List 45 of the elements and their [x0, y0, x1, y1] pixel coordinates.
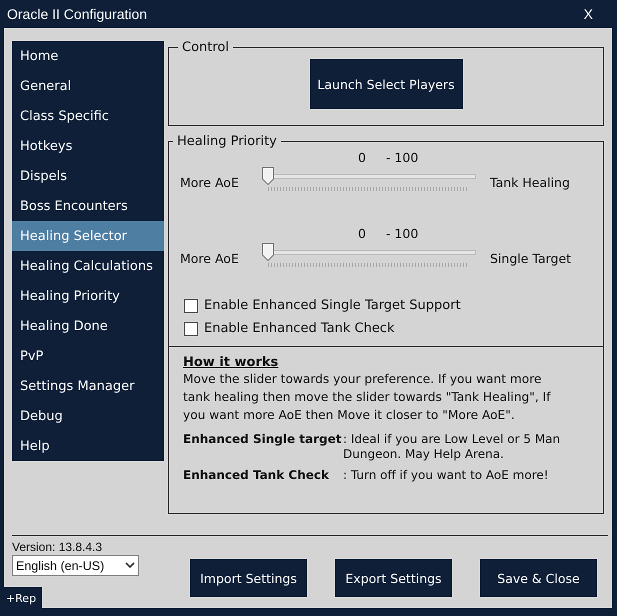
slider-label: More AoE: [180, 174, 240, 190]
sidebar-item[interactable]: General: [12, 71, 164, 101]
sidebar-item[interactable]: Healing Done: [12, 311, 164, 341]
checkbox[interactable]: [184, 322, 198, 336]
sidebar-item[interactable]: Healing Priority: [12, 281, 164, 311]
definition-text: : Turn off if you want to AoE more!: [343, 468, 550, 483]
help-heading: How it works: [183, 355, 280, 370]
close-button[interactable]: X: [568, 6, 609, 22]
sidebar-item[interactable]: Boss Encounters: [12, 191, 164, 221]
sidebar-item[interactable]: Class Specific: [12, 101, 164, 131]
slider-range: - 100: [386, 150, 418, 165]
definition-text: : Ideal if you are Low Level or 5 Man Dungeon. May Help Arena.: [343, 432, 562, 462]
slider-value: 0: [358, 150, 366, 165]
sidebar-item[interactable]: PvP: [12, 341, 164, 371]
slider-thumb[interactable]: [262, 243, 274, 261]
footer-button[interactable]: Save & Close: [480, 559, 597, 597]
slider-label: Single Target: [490, 250, 572, 266]
sidebar-item[interactable]: Debug: [12, 401, 164, 431]
launch-button[interactable]: Launch Select Players: [310, 59, 462, 109]
definition-term: Enhanced Single target: [183, 432, 341, 448]
slider-thumb[interactable]: [262, 167, 274, 185]
window-title: Oracle II Configuration: [7, 6, 148, 22]
checkbox[interactable]: [184, 298, 198, 312]
checkbox-label: Enable Enhanced Tank Check: [204, 321, 394, 336]
checkbox-label: Enable Enhanced Single Target Support: [204, 298, 461, 313]
sidebar-item[interactable]: Help: [12, 431, 164, 461]
slider-value: 0: [358, 226, 366, 241]
definition-term: Enhanced Tank Check: [183, 468, 330, 483]
group-title: Control: [181, 40, 230, 55]
sidebar-item[interactable]: Settings Manager: [12, 371, 164, 401]
slider-label: Tank Healing: [490, 174, 570, 190]
version-label: Version: 13.8.4.3: [12, 540, 104, 554]
slider-label: More AoE: [180, 250, 240, 266]
help-text: Move the slider towards your preference. If you want more tank healing then move the slider towards "Tank Healing", If you want more AoE then Move it closer to "More AoE".: [183, 371, 552, 424]
sidebar-item[interactable]: Hotkeys: [12, 131, 164, 161]
footer-button[interactable]: Export Settings: [335, 559, 452, 597]
slider-range: - 100: [386, 226, 418, 241]
sidebar-item[interactable]: Home: [12, 41, 164, 71]
footer-button[interactable]: Import Settings: [190, 559, 307, 597]
group-title: Healing Priority: [176, 134, 278, 149]
sidebar-item[interactable]: Healing Selector: [12, 221, 164, 251]
sidebar-item[interactable]: Healing Calculations: [12, 251, 164, 281]
sidebar-item[interactable]: Dispels: [12, 161, 164, 191]
chevron-down-icon: [125, 562, 135, 569]
language-dropdown[interactable]: English (en-US): [12, 555, 139, 576]
